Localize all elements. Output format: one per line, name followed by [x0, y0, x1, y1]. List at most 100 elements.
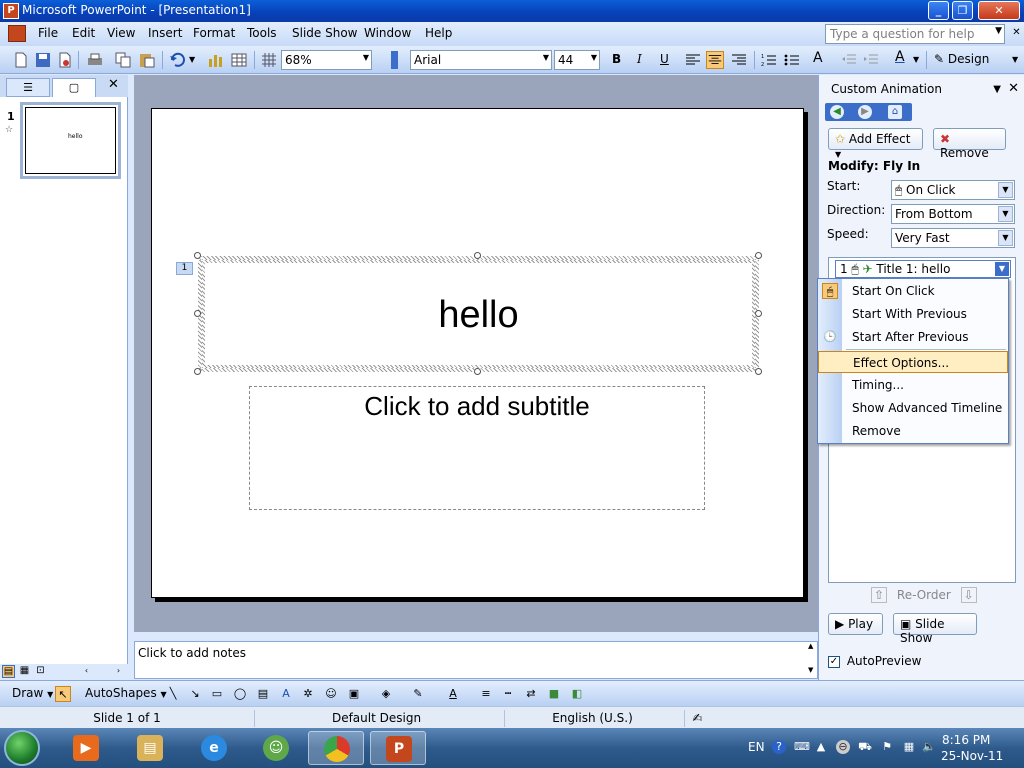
resize-handle[interactable] — [194, 368, 201, 375]
chevron-down-icon[interactable]: ▼ — [913, 55, 919, 64]
rectangle-icon[interactable]: ▭ — [209, 686, 225, 702]
menu-help[interactable]: Help — [425, 26, 452, 40]
font-size-select[interactable]: 44 ▼ — [554, 50, 600, 70]
italic-button[interactable]: I — [637, 52, 642, 66]
wordart-icon[interactable]: A — [278, 686, 294, 702]
animation-order-tag[interactable]: 1 — [176, 262, 193, 275]
start-button[interactable] — [4, 730, 40, 766]
line-style-icon[interactable]: ≡ — [478, 686, 494, 702]
taskbar-internet-explorer[interactable]: e — [186, 731, 242, 765]
tab-slides[interactable]: ▢ — [52, 78, 96, 97]
taskbar-media-player[interactable]: ▶ — [58, 731, 114, 765]
paste-icon[interactable] — [138, 51, 156, 69]
arrow-icon[interactable]: ↘ — [187, 686, 203, 702]
chevron-down-icon[interactable]: ▼ — [189, 55, 195, 64]
scroll-up-icon[interactable]: ▲ — [808, 642, 813, 650]
copy-icon[interactable] — [114, 51, 132, 69]
font-color-icon[interactable]: A — [895, 49, 905, 65]
title-placeholder[interactable]: hello — [198, 256, 759, 372]
restore-button[interactable]: ❐ — [952, 1, 973, 20]
toolbar-options-handle[interactable] — [391, 51, 398, 69]
subtitle-placeholder[interactable]: Click to add subtitle — [249, 386, 705, 510]
taskbar-chrome[interactable] — [308, 731, 364, 765]
chevron-down-icon[interactable]: ▼ — [363, 53, 369, 62]
decrease-indent-icon[interactable] — [840, 51, 858, 69]
taskbar-explorer[interactable]: ▤ — [122, 731, 178, 765]
menu-edit[interactable]: Edit — [72, 26, 95, 40]
chevron-down-icon[interactable]: ▼ — [591, 53, 597, 62]
start-select[interactable]: 🖱 On Click ▼ — [891, 180, 1015, 200]
resize-handle[interactable] — [474, 368, 481, 375]
toolbar-options-icon[interactable]: ▼ — [1012, 55, 1018, 64]
autoshapes-menu-button[interactable]: AutoShapes ▼ — [85, 686, 167, 700]
resize-handle[interactable] — [194, 252, 201, 259]
safely-remove-icon[interactable]: ⛟ — [858, 740, 872, 754]
flag-icon[interactable]: ⚑ — [880, 740, 894, 754]
chevron-down-icon[interactable]: ▼ — [995, 26, 1002, 36]
play-button[interactable]: ▶ Play — [828, 613, 883, 635]
font-color-icon[interactable]: A — [445, 686, 461, 702]
powerpoint-app-icon[interactable]: P — [3, 3, 19, 19]
chevron-down-icon[interactable]: ▼ — [995, 262, 1009, 276]
menu-window[interactable]: Window — [364, 26, 411, 40]
back-icon[interactable]: ◀ — [830, 105, 844, 119]
font-select[interactable]: Arial ▼ — [410, 50, 552, 70]
show-hidden-icons[interactable]: ▲ — [814, 740, 828, 754]
zoom-select[interactable]: 68% ▼ — [281, 50, 372, 70]
forward-icon[interactable]: ▶ — [858, 105, 872, 119]
clock-time[interactable]: 8:16 PM — [942, 733, 990, 747]
insert-chart-icon[interactable] — [206, 51, 224, 69]
undo-icon[interactable] — [168, 51, 186, 69]
underline-button[interactable]: U — [660, 52, 669, 66]
home-icon[interactable]: ⌂ — [888, 105, 902, 119]
move-up-icon[interactable]: ⇧ — [871, 587, 888, 603]
slide-sorter-icon[interactable]: ▦ — [18, 665, 31, 678]
direction-select[interactable]: From Bottom ▼ — [891, 204, 1015, 224]
draw-menu-button[interactable]: Draw ▼ — [12, 686, 53, 700]
menu-item-timing[interactable]: Timing... — [818, 374, 1008, 396]
arrow-style-icon[interactable]: ⇄ — [523, 686, 539, 702]
checkbox-checked-icon[interactable]: ✓ — [828, 655, 840, 668]
fill-color-icon[interactable]: ◈ — [378, 686, 394, 702]
shadow-style-icon[interactable]: ■ — [546, 686, 562, 702]
resize-handle[interactable] — [474, 252, 481, 259]
menu-item-start-after-previous[interactable]: 🕒 Start After Previous — [818, 326, 1008, 348]
bold-button[interactable]: B — [612, 52, 621, 66]
remove-button[interactable]: ✖ Remove — [933, 128, 1006, 160]
resize-handle[interactable] — [194, 310, 201, 317]
scroll-right-icon[interactable]: › — [112, 665, 125, 678]
save-icon[interactable] — [34, 51, 52, 69]
notes-scrollbar[interactable]: ▲ ▼ — [807, 642, 817, 678]
resize-handle[interactable] — [755, 310, 762, 317]
numbering-icon[interactable]: 12 — [760, 51, 778, 69]
tab-outline[interactable]: ☰ — [6, 78, 50, 97]
menu-item-show-advanced-timeline[interactable]: Show Advanced Timeline — [818, 397, 1008, 419]
clipart-icon[interactable]: ☺ — [323, 686, 339, 702]
oval-icon[interactable]: ◯ — [232, 686, 248, 702]
close-pane-icon[interactable]: ✕ — [108, 77, 119, 92]
new-document-icon[interactable] — [12, 51, 30, 69]
grid-icon[interactable] — [260, 51, 278, 69]
align-center-icon[interactable] — [706, 51, 724, 69]
select-pointer-icon[interactable]: ↖ — [55, 686, 71, 702]
add-effect-button[interactable]: ✩ Add Effect ▼ — [828, 128, 923, 159]
close-icon[interactable]: ✕ — [1008, 79, 1019, 99]
menu-view[interactable]: View — [107, 26, 135, 40]
slide-title[interactable]: hello — [205, 263, 752, 365]
chevron-down-icon[interactable]: ▼ — [998, 182, 1013, 198]
menu-item-start-on-click[interactable]: 🖱 Start On Click — [818, 280, 1008, 302]
close-button[interactable]: ✕ — [978, 1, 1020, 20]
input-language[interactable]: EN — [748, 740, 765, 754]
slide-canvas[interactable]: hello Click to add subtitle — [151, 108, 804, 598]
move-down-icon[interactable]: ⇩ — [960, 587, 977, 603]
bullets-icon[interactable] — [783, 51, 801, 69]
increase-font-icon[interactable]: A — [813, 50, 823, 66]
taskbar-powerpoint[interactable]: P — [370, 731, 426, 765]
align-left-icon[interactable] — [684, 51, 702, 69]
slideshow-view-icon[interactable]: ⊡ — [34, 665, 47, 678]
taskbar-messenger[interactable]: ☺ — [248, 731, 304, 765]
permission-icon[interactable] — [56, 51, 74, 69]
notes-pane[interactable]: Click to add notes ▲ ▼ — [134, 641, 818, 679]
resize-handle[interactable] — [755, 368, 762, 375]
help-search-input[interactable]: Type a question for help ▼ — [825, 24, 1005, 44]
